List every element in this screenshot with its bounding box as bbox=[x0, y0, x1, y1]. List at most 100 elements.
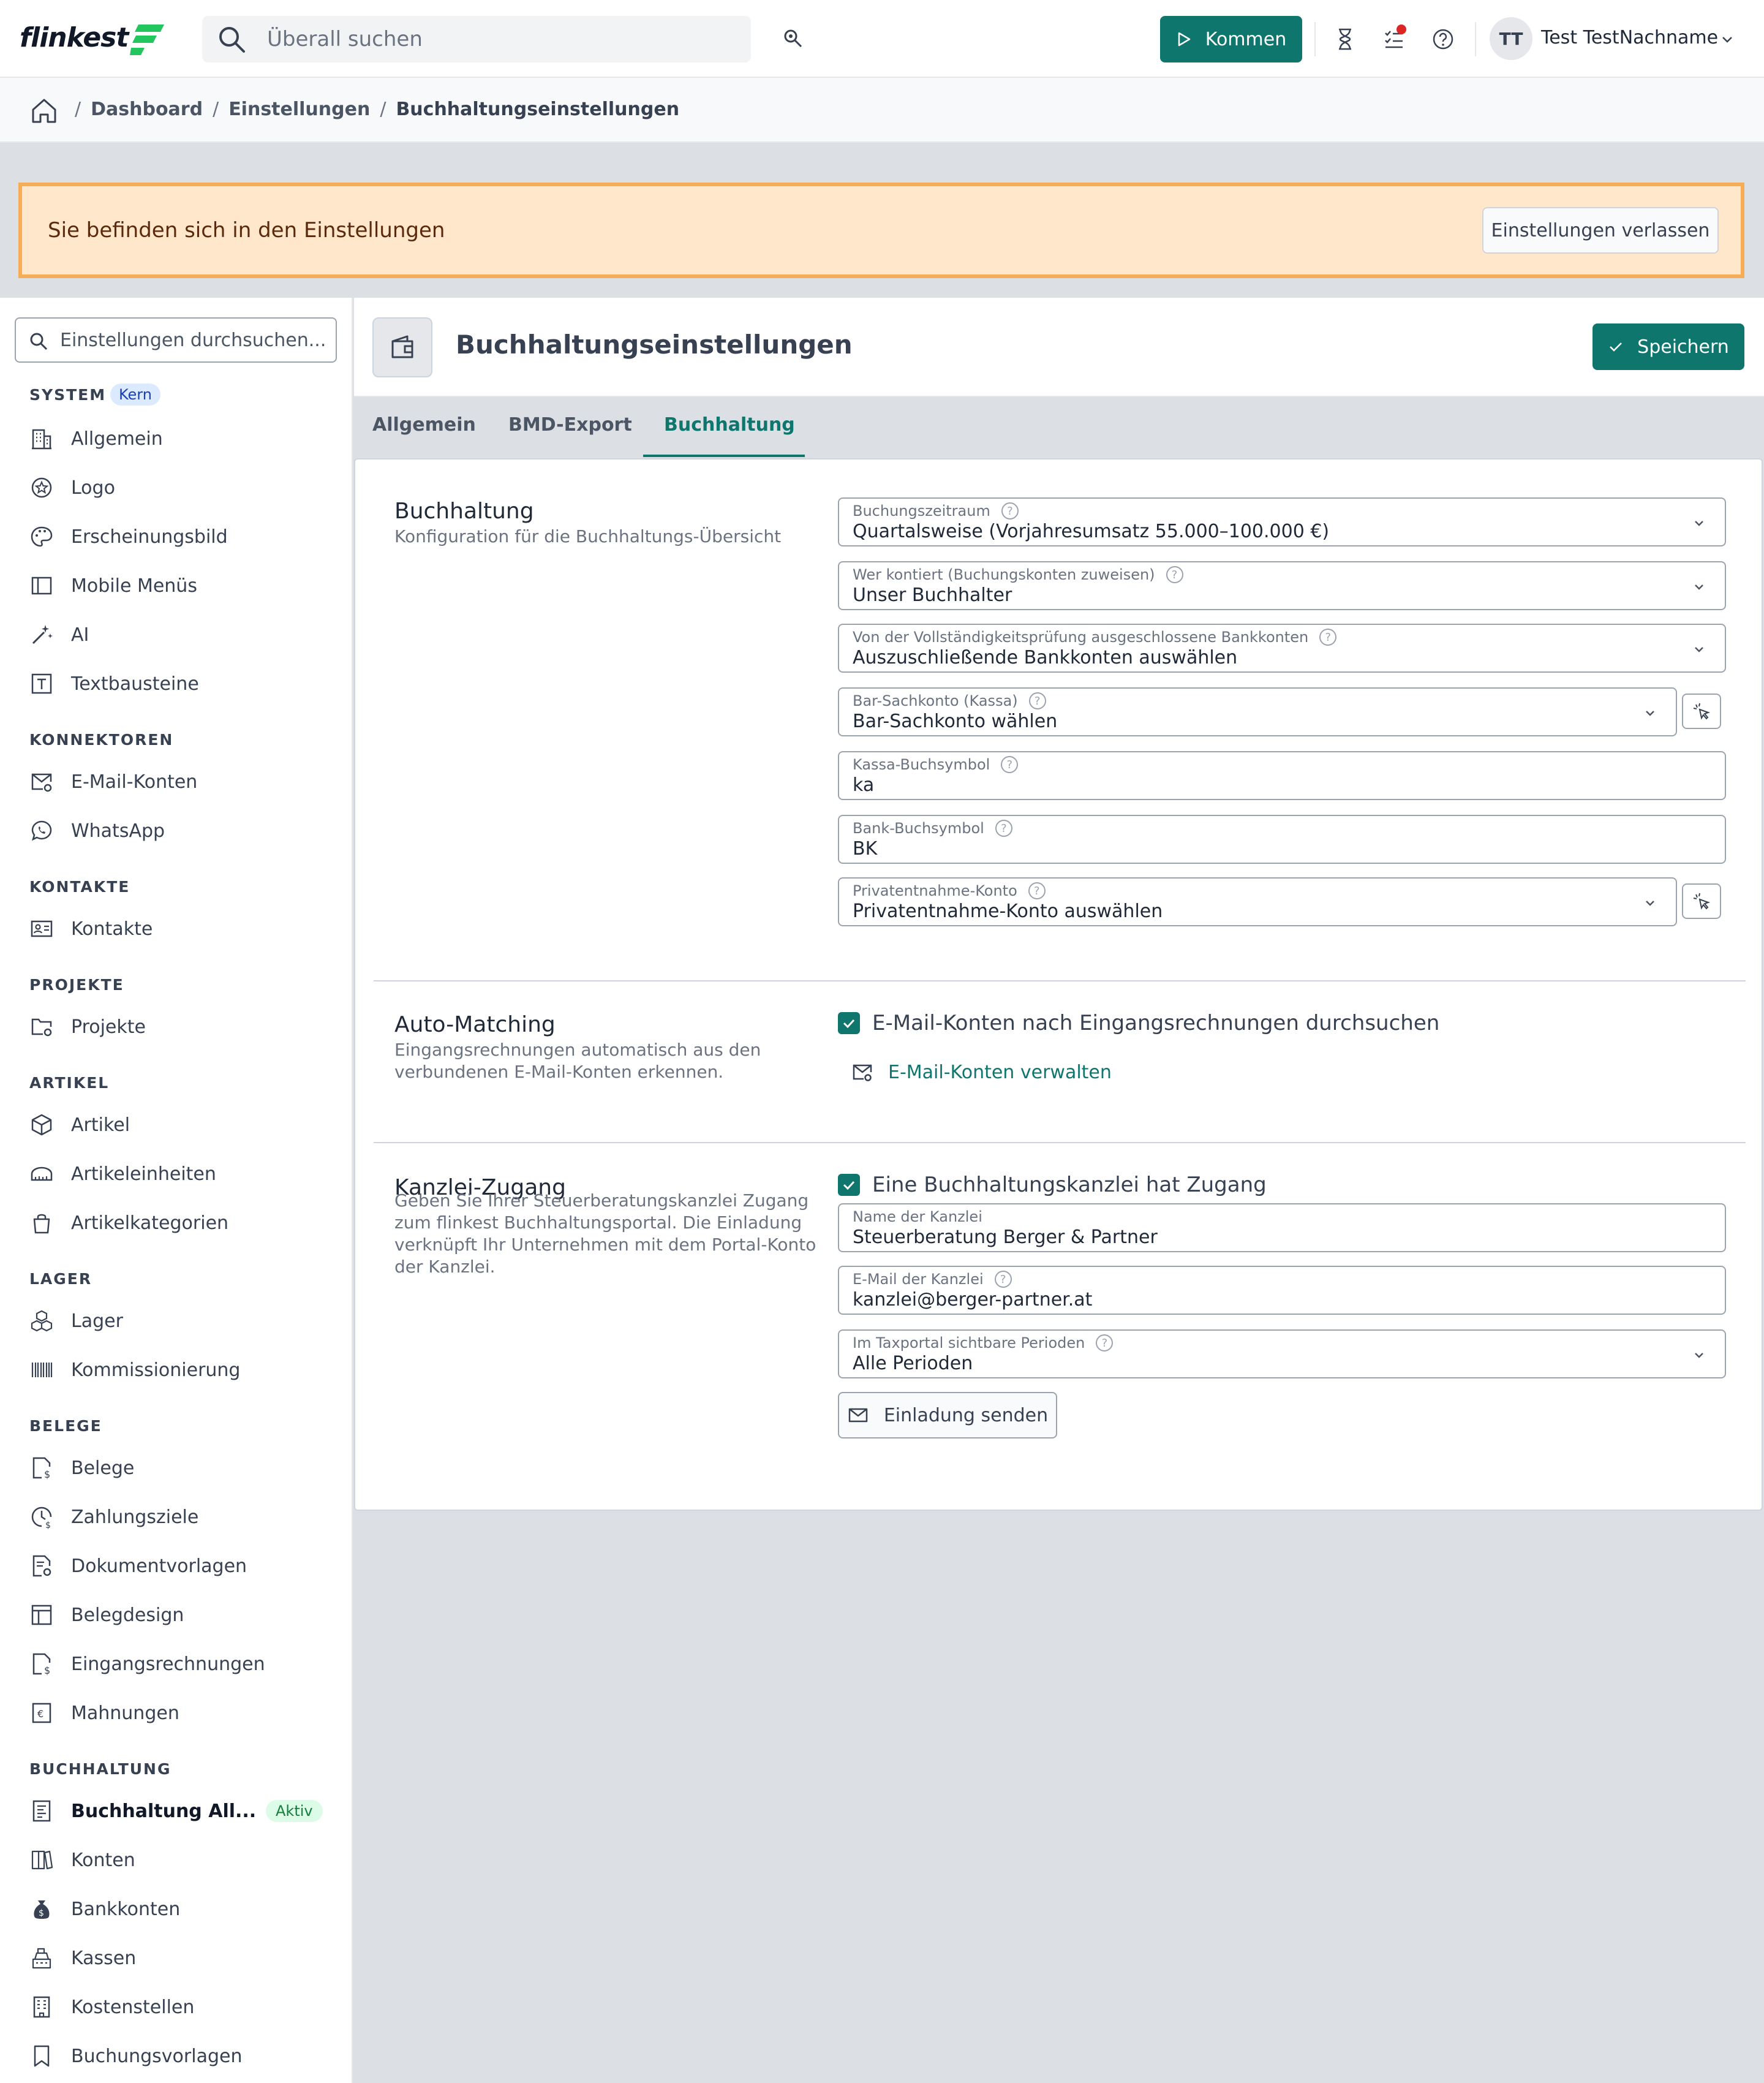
sidebar-item-label: Belegdesign bbox=[71, 1604, 184, 1626]
tab-bar: Allgemein BMD-Export Buchhaltung bbox=[354, 398, 1764, 457]
section-title-system: SYSTEM bbox=[29, 386, 107, 404]
page-header: Buchhaltungseinstellungen Speichern bbox=[354, 298, 1764, 397]
help-icon[interactable]: ? bbox=[1096, 1334, 1114, 1351]
tab-buchhaltung[interactable]: Buchhaltung bbox=[664, 414, 795, 436]
leave-settings-button[interactable]: Einstellungen verlassen bbox=[1482, 207, 1719, 254]
chevron-down-icon[interactable] bbox=[1719, 31, 1736, 48]
privatentnahme-konto-select[interactable]: Privatentnahme-Konto? Privatentnahme-Kon… bbox=[838, 877, 1677, 926]
breadcrumb-dashboard[interactable]: Dashboard bbox=[91, 99, 203, 120]
auto-matching-checkbox[interactable]: E-Mail-Konten nach Eingangsrechnungen du… bbox=[838, 1011, 1439, 1035]
field-value: Quartalsweise (Vorjahresumsatz 55.000–10… bbox=[853, 521, 1330, 542]
buchungszeitraum-select[interactable]: Buchungszeitraum? Quartalsweise (Vorjahr… bbox=[838, 497, 1726, 546]
section-title-auto-matching: Auto-Matching bbox=[394, 1012, 556, 1037]
sidebar-item-belege[interactable]: $ Belege bbox=[29, 1453, 134, 1483]
tab-allgemein[interactable]: Allgemein bbox=[372, 414, 476, 436]
checkbox-checked[interactable] bbox=[838, 1174, 860, 1196]
settings-search-input[interactable]: Einstellungen durchsuchen... bbox=[15, 317, 337, 363]
barcode-icon bbox=[31, 1363, 53, 1377]
sidebar-item-buchungsvorlagen[interactable]: Buchungsvorlagen bbox=[29, 2041, 242, 2071]
avatar[interactable]: TT bbox=[1490, 17, 1532, 60]
user-name[interactable]: Test TestNachname bbox=[1541, 27, 1718, 48]
sidebar-item-label: Kostenstellen bbox=[71, 1996, 195, 2018]
sidebar-item-label: Artikelkategorien bbox=[71, 1212, 229, 1234]
sidebar-item-logo[interactable]: Logo bbox=[29, 472, 115, 503]
field-label: Buchungszeitraum bbox=[853, 502, 990, 520]
sidebar-item-mahnungen[interactable]: € Mahnungen bbox=[29, 1698, 179, 1728]
sidebar-item-ai[interactable]: AI bbox=[29, 619, 89, 650]
sidebar-item-mobile-menus[interactable]: Mobile Menüs bbox=[29, 570, 197, 601]
sidebar-item-kassen[interactable]: Kassen bbox=[29, 1943, 136, 1973]
app-logo[interactable]: flinkest bbox=[20, 22, 129, 53]
sidebar-item-artikelkategorien[interactable]: Artikelkategorien bbox=[29, 1208, 228, 1238]
sidebar-item-label: Buchungsvorlagen bbox=[71, 2045, 243, 2067]
sidebar-item-kommissionierung[interactable]: Kommissionierung bbox=[29, 1355, 240, 1385]
help-icon[interactable]: ? bbox=[1001, 502, 1019, 520]
sidebar-item-belegdesign[interactable]: Belegdesign bbox=[29, 1600, 184, 1630]
kanzlei-email-input[interactable]: E-Mail der Kanzlei? kanzlei@berger-partn… bbox=[838, 1266, 1726, 1315]
bar-sachkonto-select[interactable]: Bar-Sachkonto (Kassa)? Bar-Sachkonto wäh… bbox=[838, 687, 1677, 736]
kanzlei-access-checkbox[interactable]: Eine Buchhaltungskanzlei hat Zugang bbox=[838, 1173, 1267, 1197]
sidebar-item-email-konten[interactable]: E-Mail-Konten bbox=[29, 766, 197, 797]
sidebar-item-label: WhatsApp bbox=[71, 820, 165, 842]
wallet-icon bbox=[391, 335, 413, 358]
sidebar-item-eingangsrechnungen[interactable]: $ Eingangsrechnungen bbox=[29, 1649, 265, 1679]
sidebar-item-lager[interactable]: Lager bbox=[29, 1306, 123, 1336]
sidebar-item-kostenstellen[interactable]: Kostenstellen bbox=[29, 1992, 194, 2022]
hourglass-icon[interactable] bbox=[1333, 27, 1357, 51]
breadcrumb-einstellungen[interactable]: Einstellungen bbox=[228, 99, 370, 120]
advanced-search-icon[interactable] bbox=[782, 27, 804, 49]
help-icon[interactable]: ? bbox=[1028, 882, 1046, 899]
kassa-buchsymbol-input[interactable]: Kassa-Buchsymbol? ka bbox=[838, 751, 1726, 800]
sidebar-item-allgemein[interactable]: Allgemein bbox=[29, 423, 163, 454]
field-label: Von der Vollständigkeitsprüfung ausgesch… bbox=[853, 629, 1309, 646]
kommen-button[interactable]: Kommen bbox=[1160, 16, 1302, 62]
excluded-bankkonten-select[interactable]: Von der Vollständigkeitsprüfung ausgesch… bbox=[838, 624, 1726, 673]
global-search-input[interactable]: Überall suchen bbox=[202, 16, 751, 62]
sidebar-item-dokumentvorlagen[interactable]: Dokumentvorlagen bbox=[29, 1551, 247, 1581]
invite-label: Einladung senden bbox=[883, 1404, 1049, 1426]
wer-kontiert-select[interactable]: Wer kontiert (Buchungskonten zuweisen)? … bbox=[838, 561, 1726, 610]
field-value: Unser Buchhalter bbox=[853, 584, 1012, 606]
help-icon[interactable]: ? bbox=[995, 820, 1012, 837]
help-icon[interactable]: ? bbox=[994, 1271, 1012, 1288]
help-icon[interactable]: ? bbox=[1028, 692, 1046, 709]
layout-sidebar-icon bbox=[31, 577, 52, 595]
sidebar-item-erscheinungsbild[interactable]: Erscheinungsbild bbox=[29, 521, 228, 552]
kommen-label: Kommen bbox=[1205, 28, 1287, 50]
sidebar-item-artikel[interactable]: Artikel bbox=[29, 1110, 130, 1140]
visible-periods-select[interactable]: Im Taxportal sichtbare Perioden? Alle Pe… bbox=[838, 1329, 1726, 1378]
manage-email-accounts-link[interactable]: E-Mail-Konten verwalten bbox=[851, 1061, 1112, 1083]
kanzlei-name-input[interactable]: Name der Kanzlei Steuerberatung Berger &… bbox=[838, 1203, 1726, 1252]
help-icon[interactable]: ? bbox=[1166, 566, 1183, 583]
bar-sachkonto-pick-button[interactable] bbox=[1682, 694, 1721, 729]
invoice-in-icon: $ bbox=[32, 1653, 51, 1676]
sidebar-item-textbausteine[interactable]: Textbausteine bbox=[29, 668, 199, 699]
sidebar-item-bankkonten[interactable]: $ Bankkonten bbox=[29, 1894, 180, 1924]
chevron-down-icon bbox=[1695, 521, 1703, 526]
receipt-dollar-icon: $ bbox=[32, 1457, 51, 1480]
sidebar-item-artikeleinheiten[interactable]: Artikeleinheiten bbox=[29, 1159, 216, 1189]
tab-bmd-export[interactable]: BMD-Export bbox=[508, 414, 632, 436]
sidebar-item-whatsapp[interactable]: WhatsApp bbox=[29, 815, 165, 846]
ruler-icon bbox=[31, 1166, 53, 1181]
sidebar-item-zahlungsziele[interactable]: $ Zahlungsziele bbox=[29, 1502, 198, 1532]
sidebar-item-label: Textbausteine bbox=[71, 673, 199, 695]
send-invitation-button[interactable]: Einladung senden bbox=[838, 1392, 1057, 1438]
sidebar-item-konten[interactable]: Konten bbox=[29, 1845, 135, 1875]
privatentnahme-pick-button[interactable] bbox=[1682, 883, 1721, 919]
active-badge: Aktiv bbox=[266, 1800, 323, 1822]
checkbox-checked[interactable] bbox=[838, 1012, 860, 1034]
breadcrumb-separator: / bbox=[75, 99, 81, 120]
help-icon[interactable] bbox=[1431, 27, 1455, 51]
save-button[interactable]: Speichern bbox=[1593, 323, 1744, 370]
sidebar-item-kontakte[interactable]: Kontakte bbox=[29, 913, 153, 944]
field-value: Auszuschließende Bankkonten auswählen bbox=[853, 647, 1238, 668]
text-box-icon bbox=[31, 673, 52, 694]
home-icon[interactable] bbox=[29, 96, 59, 126]
svg-text:$: $ bbox=[45, 1521, 51, 1529]
sidebar-item-buchhaltung-allgemein[interactable]: Buchhaltung All... Aktiv bbox=[29, 1796, 323, 1826]
help-icon[interactable]: ? bbox=[1001, 756, 1019, 773]
bank-buchsymbol-input[interactable]: Bank-Buchsymbol? BK bbox=[838, 815, 1726, 864]
sidebar-item-projekte[interactable]: Projekte bbox=[29, 1011, 146, 1042]
help-icon[interactable]: ? bbox=[1319, 629, 1337, 646]
